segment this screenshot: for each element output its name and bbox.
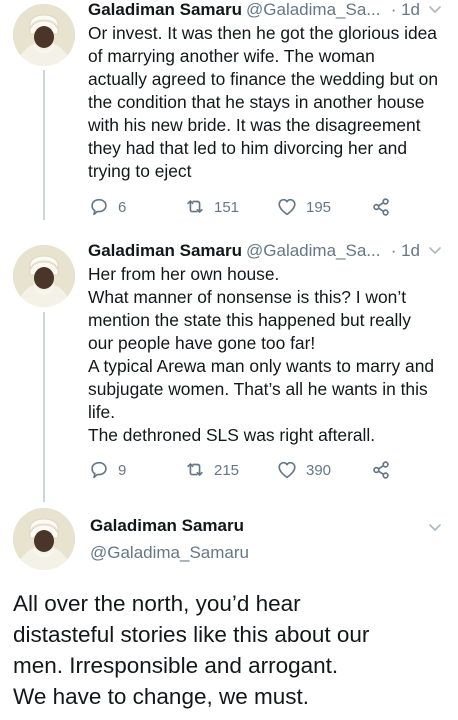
like-icon [278,461,296,479]
author-handle[interactable]: @Galadima_Sa... [246,0,380,19]
chevron-down-icon[interactable] [428,2,442,16]
chevron-down-icon[interactable] [428,520,442,534]
avatar[interactable] [13,245,75,307]
tweet-actions: 6 151 195 [88,196,398,220]
share-button[interactable] [370,196,392,218]
like-icon [278,198,296,216]
author-name[interactable]: Galadiman Samaru [88,0,242,19]
share-icon [373,461,389,479]
main-tweet-text: All over the north, you’d hear distastef… [13,591,370,709]
timestamp[interactable]: · 1d [391,0,420,20]
retweet-icon [187,200,203,213]
tweet-text: Or invest. It was then he got the glorio… [88,23,438,181]
like-count: 390 [306,461,332,479]
retweet-count: 151 [214,198,240,216]
share-icon [373,198,389,216]
reply-icon [91,198,107,216]
avatar[interactable] [13,508,75,570]
retweet-icon [187,463,203,476]
retweet-count: 215 [214,461,240,479]
author-handle[interactable]: @Galadima_Samaru [90,543,249,563]
thread-line [43,70,45,220]
author-handle[interactable]: @Galadima_Sa... [246,241,380,260]
author-name[interactable]: Galadiman Samaru [88,241,242,260]
reply-count: 9 [118,461,127,479]
like-count: 195 [306,198,332,216]
author-name[interactable]: Galadiman Samaru [90,516,244,536]
like-button[interactable]: 195 [276,196,331,218]
like-button[interactable]: 390 [276,459,331,481]
timestamp[interactable]: · 1d [391,241,420,261]
share-button[interactable] [370,459,392,481]
retweet-button[interactable]: 151 [184,196,239,218]
reply-count: 6 [118,198,127,216]
tweet-actions: 9 215 390 [88,459,398,483]
reply-button[interactable]: 9 [88,459,126,481]
thread-line [43,312,45,502]
reply-button[interactable]: 6 [88,196,126,218]
reply-icon [91,461,107,479]
avatar[interactable] [13,4,75,66]
tweet-text: Her from her own house. What manner of n… [88,264,435,445]
retweet-button[interactable]: 215 [184,459,239,481]
chevron-down-icon[interactable] [428,243,442,257]
